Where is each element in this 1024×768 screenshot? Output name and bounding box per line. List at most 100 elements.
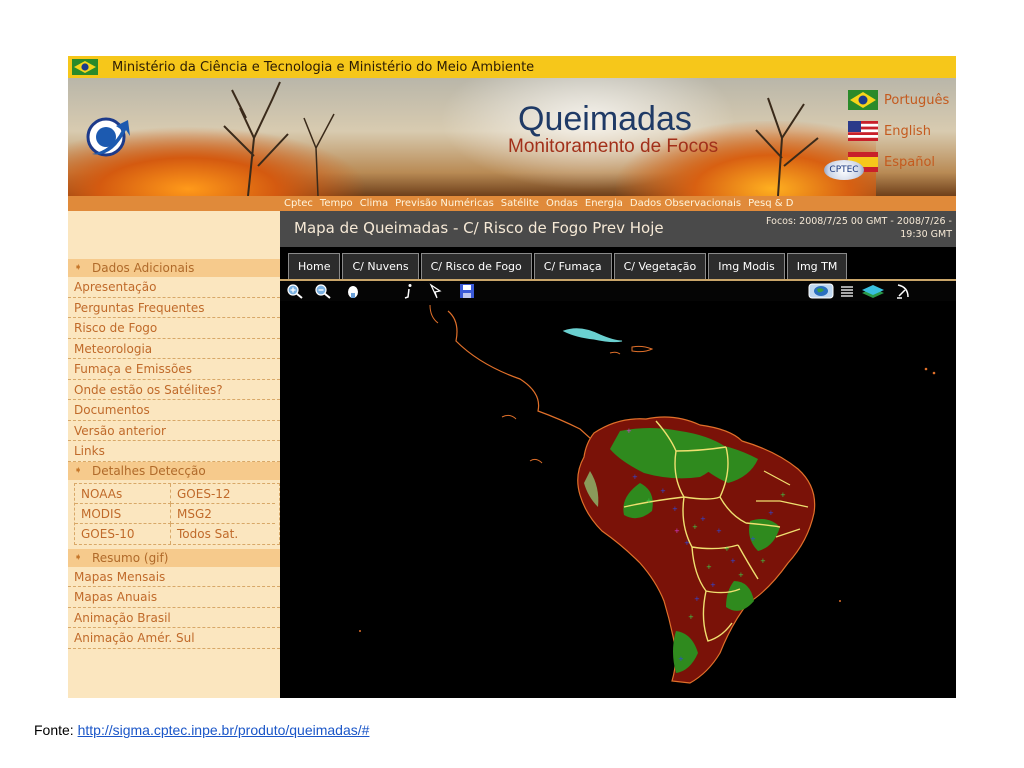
nav-link[interactable]: Ondas [546,196,578,211]
tab-img-tm[interactable]: Img TM [786,253,848,279]
tab-img-modis[interactable]: Img Modis [708,253,785,279]
sidebar-item-apresentacao[interactable]: Apresentação [68,277,280,298]
nav-link[interactable]: Previsão Numéricas [395,196,494,211]
nav-link[interactable]: Pesq & D [748,196,793,211]
island-speck [932,371,936,375]
svg-text:+: + [632,473,638,481]
lang-portuguese-link[interactable]: Português [848,90,949,110]
sidebar-item-satelites[interactable]: Onde estão os Satélites? [68,380,280,400]
source-link[interactable]: http://sigma.cptec.inpe.br/produto/queim… [78,722,370,738]
sidebar-item-animacao-amer-sul[interactable]: Animação Amér. Sul [68,628,280,649]
svg-text:+: + [672,505,678,513]
island-speck [924,367,928,371]
zoom-out-icon[interactable] [314,283,332,299]
top-navigation: Cptec Tempo Clima Previsão Numéricas Sat… [68,196,956,211]
sidebar-item-versao[interactable]: Versão anterior [68,421,280,441]
nav-link[interactable]: Satélite [501,196,539,211]
cptec-logo: CPTEC [824,160,864,180]
brazil-flag-icon [848,90,878,110]
sat-link-goes12[interactable]: GOES-12 [171,484,275,504]
sat-link-todos[interactable]: Todos Sat. [171,524,275,544]
globe-icon[interactable] [808,283,834,299]
svg-text:+: + [660,487,666,495]
map-tabs: Home C/ Nuvens C/ Risco de Fogo C/ Fumaç… [280,253,956,279]
lang-english-link[interactable]: English [848,121,931,141]
site-title: Queimadas [518,100,692,138]
nav-link[interactable]: Energia [585,196,623,211]
satellite-icon[interactable] [894,283,912,299]
svg-text:+: + [760,557,766,565]
sidebar-item-meteorologia[interactable]: Meteorologia [68,339,280,359]
svg-text:+: + [716,527,722,535]
svg-text:+: + [646,497,652,505]
sidebar-item-fumaca[interactable]: Fumaça e Emissões [68,359,280,380]
site-subtitle: Monitoramento de Focos [508,136,719,157]
lang-english-label: English [884,123,931,139]
section-title: Resumo (gif) [92,550,169,565]
sidebar-item-documentos[interactable]: Documentos [68,400,280,421]
list-icon[interactable] [838,283,856,299]
sidebar-item-mapas-anuais[interactable]: Mapas Anuais [68,587,280,608]
section-dados-adicionais: ➧ Dados Adicionais [68,259,280,277]
nav-link[interactable]: Dados Observacionais [630,196,741,211]
svg-text:+: + [738,571,744,579]
fire-risk-map[interactable]: + + + + + + + + + + + + + + + + + + + + [280,301,956,698]
satellite-grid: NOAAs GOES-12 MODIS MSG2 GOES-10 Todos S… [74,482,280,545]
layers-icon[interactable] [860,283,886,299]
sidebar-item-perguntas[interactable]: Perguntas Frequentes [68,298,280,318]
svg-text:+: + [724,545,730,553]
section-detalhes-deteccao: ➧ Detalhes Detecção [68,461,280,480]
ministry-bar: Ministério da Ciência e Tecnologia e Min… [68,56,956,78]
select-icon[interactable] [426,283,444,299]
save-icon[interactable] [458,283,476,299]
island-speck [839,600,841,602]
tab-fumaca[interactable]: C/ Fumaça [533,253,612,279]
sidebar-item-links[interactable]: Links [68,441,280,462]
sat-link-msg2[interactable]: MSG2 [171,504,275,524]
tab-nuvens[interactable]: C/ Nuvens [342,253,419,279]
sat-link-noaas[interactable]: NOAAs [75,483,171,504]
tab-risco-de-fogo[interactable]: C/ Risco de Fogo [420,253,532,279]
svg-text:+: + [750,535,756,543]
sidebar-item-animacao-brasil[interactable]: Animação Brasil [68,608,280,628]
nav-link[interactable]: Cptec [284,196,313,211]
source-label: Fonte: [34,722,78,738]
svg-text:+: + [674,527,680,535]
focos-period: Focos: 2008/7/25 00 GMT - 2008/7/26 - 19… [712,215,952,241]
arrow-right-icon: ➧ [74,464,83,476]
sat-link-modis[interactable]: MODIS [75,503,171,524]
section-title: Detalhes Detecção [92,463,206,478]
info-icon[interactable] [400,283,418,299]
svg-text:+: + [768,509,774,517]
tab-vegetacao[interactable]: C/ Vegetação [613,253,707,279]
lang-spanish-label: Español [884,154,936,170]
svg-text:+: + [700,515,706,523]
svg-text:+: + [626,427,632,435]
map-panel: Mapa de Queimadas - C/ Risco de Fogo Pre… [280,211,956,698]
source-caption: Fonte: http://sigma.cptec.inpe.br/produt… [34,722,369,738]
arrow-right-icon: ➧ [74,551,83,563]
zoom-in-icon[interactable] [286,283,304,299]
svg-text:+: + [694,595,700,603]
trees-left-image [223,81,335,196]
map-header: Mapa de Queimadas - C/ Risco de Fogo Pre… [280,211,956,247]
svg-text:+: + [710,581,716,589]
map-toolbar [280,279,956,301]
sat-link-goes10[interactable]: GOES-10 [75,523,171,544]
svg-text:+: + [780,491,786,499]
map-title: Mapa de Queimadas - C/ Risco de Fogo Pre… [294,219,664,237]
svg-text:+: + [684,539,690,547]
focos-line: Focos: 2008/7/25 00 GMT - 2008/7/26 - [766,216,952,227]
section-title: Dados Adicionais [92,261,195,275]
usa-flag-icon [848,121,878,141]
site-frame: Ministério da Ciência e Tecnologia e Min… [68,56,956,698]
island-speck [359,630,361,632]
sidebar: ➧ Dados Adicionais Apresentação Pergunta… [68,211,280,698]
sidebar-item-risco[interactable]: Risco de Fogo [68,318,280,339]
svg-text:+: + [688,613,694,621]
pan-hand-icon[interactable] [344,283,362,299]
nav-link[interactable]: Clima [360,196,388,211]
nav-link[interactable]: Tempo [320,196,353,211]
tab-home[interactable]: Home [288,253,341,279]
sidebar-item-mapas-mensais[interactable]: Mapas Mensais [68,567,280,587]
